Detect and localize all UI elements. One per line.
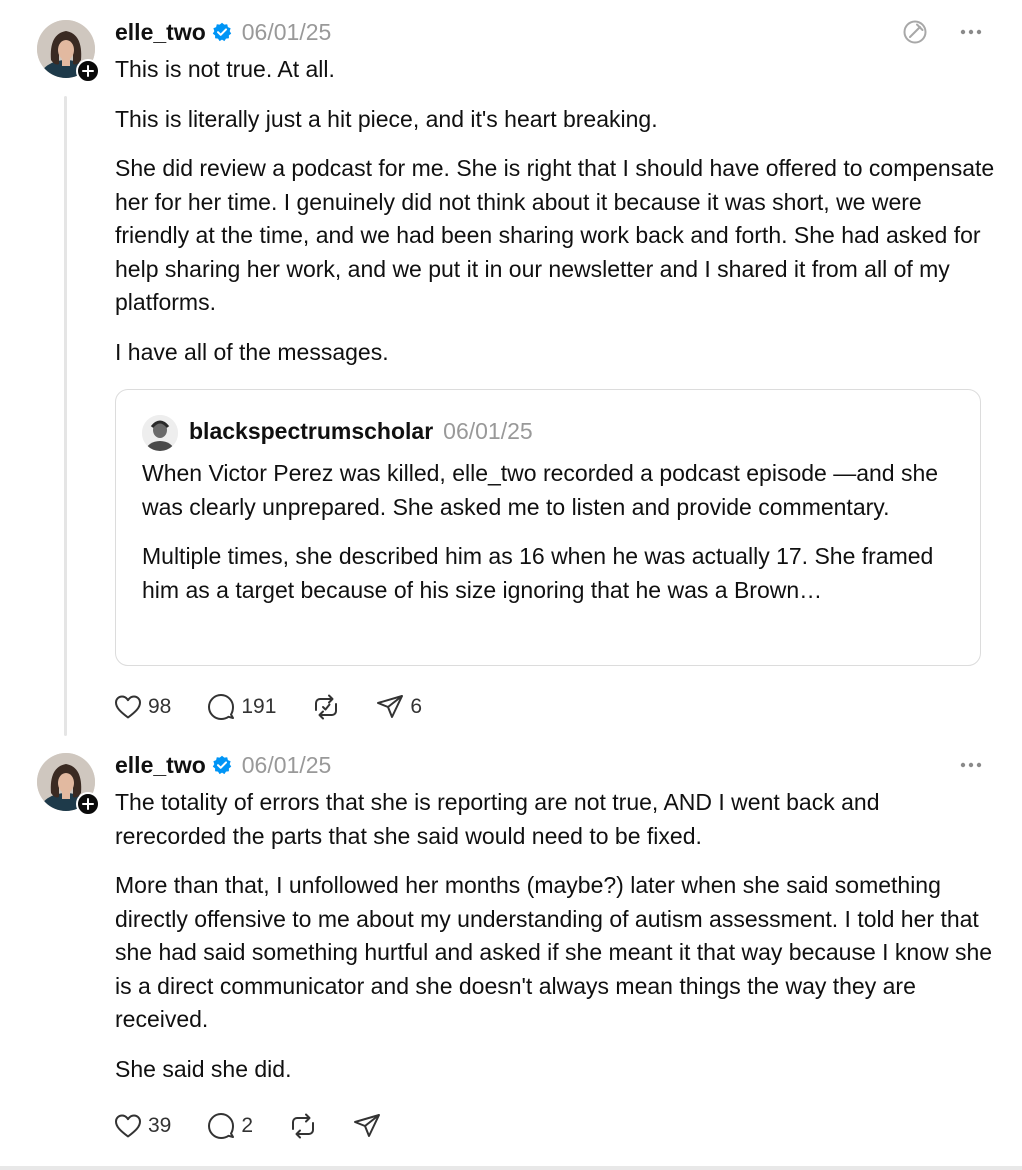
quote-date: 06/01/25 [443,418,533,444]
avatar[interactable] [37,20,100,83]
post-top-actions [902,17,982,47]
post-paragraph: She did review a podcast for me. She is … [115,155,995,315]
verified-badge-icon [212,755,232,775]
quoted-post[interactable]: blackspectrumscholar 06/01/25 When Victo… [115,389,981,666]
bottom-divider [0,1166,1022,1170]
repost-icon [315,694,338,720]
username[interactable]: elle_two [115,752,206,779]
quote-username[interactable]: blackspectrumscholar [189,418,433,445]
like-button[interactable]: 39 [114,1113,171,1139]
post-1: elle_two 06/01/25 This is not true. At a… [0,0,1022,740]
share-count: 6 [410,695,423,718]
plus-icon [82,798,94,810]
post-top-actions [960,750,982,780]
like-count: 98 [148,695,172,718]
quote-header: blackspectrumscholar 06/01/25 [189,418,533,445]
reply-count: 2 [241,1114,254,1137]
more-icon[interactable] [960,29,982,35]
repost-button[interactable] [289,1112,317,1140]
post-date: 06/01/25 [241,751,332,778]
avatar[interactable] [37,753,100,816]
like-count: 39 [148,1114,172,1137]
reply-count: 191 [241,695,277,718]
post-actions: 39 2 [114,1109,417,1143]
thread-line [64,96,67,736]
post-body: This is not true. At all. This is litera… [115,53,995,385]
post-body: The totality of errors that she is repor… [115,786,995,1102]
post-actions: 98 191 6 [114,690,458,724]
share-button[interactable]: 6 [376,694,422,720]
reply-button[interactable]: 2 [207,1112,253,1140]
post-paragraph: The totality of errors that she is repor… [115,789,880,849]
post-2: elle_two 06/01/25 The totality of errors… [0,740,1022,1170]
reply-button[interactable]: 191 [207,693,276,721]
repost-icon [292,1113,315,1139]
post-paragraph: This is literally just a hit piece, and … [115,105,658,132]
comment-icon [208,694,235,720]
summarize-icon[interactable] [902,19,928,45]
send-icon [377,695,404,718]
quote-paragraph: When Victor Perez was killed, elle_two r… [142,460,939,520]
quote-paragraph: Multiple times, she described him as 16 … [142,543,934,603]
post-paragraph: I have all of the messages. [115,338,389,365]
heart-icon [115,1114,141,1138]
follow-button[interactable] [76,792,100,816]
repost-button[interactable] [312,693,340,721]
follow-button[interactable] [76,59,100,83]
quote-body: When Victor Perez was killed, elle_two r… [142,457,957,623]
plus-icon [82,65,94,77]
post-date: 06/01/25 [241,18,332,45]
share-button[interactable] [353,1113,381,1139]
post-paragraph: This is not true. At all. [115,56,335,82]
verified-badge-icon [212,22,232,42]
post-paragraph: More than that, I unfollowed her months … [115,872,993,1032]
post-paragraph: She said she did. [115,1055,292,1082]
send-icon [354,1114,381,1137]
more-icon[interactable] [960,762,982,768]
like-button[interactable]: 98 [114,694,171,720]
comment-icon [208,1113,235,1139]
heart-icon [115,695,141,719]
post-header: elle_two 06/01/25 [115,17,331,47]
post-header: elle_two 06/01/25 [115,750,331,780]
username[interactable]: elle_two [115,19,206,46]
quote-avatar[interactable] [142,415,178,451]
